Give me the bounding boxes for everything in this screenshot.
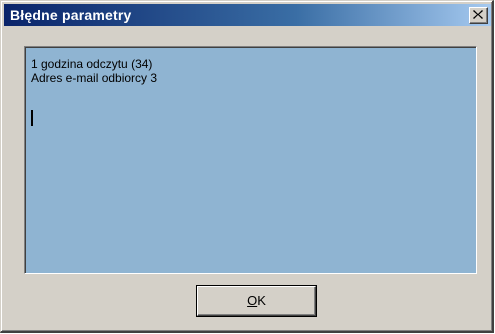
ok-button[interactable]: OK (197, 286, 316, 316)
message-line-1: 1 godzina odczytu (34) (31, 57, 153, 71)
dialog-title: Błędne parametry (10, 7, 132, 23)
ok-mnemonic: O (247, 293, 258, 308)
message-text-area[interactable]: 1 godzina odczytu (34) Adres e-mail odbi… (24, 46, 477, 274)
text-caret (31, 110, 33, 126)
ok-button-label: OK (198, 293, 315, 308)
title-bar[interactable]: Błędne parametry (4, 4, 491, 26)
close-button[interactable] (469, 7, 488, 24)
message-line-2: Adres e-mail odbiorcy 3 (31, 71, 158, 85)
close-icon (473, 10, 483, 19)
error-dialog: Błędne parametry 1 godzina odczytu (34) … (0, 0, 494, 333)
ok-label-rest: K (257, 293, 266, 308)
